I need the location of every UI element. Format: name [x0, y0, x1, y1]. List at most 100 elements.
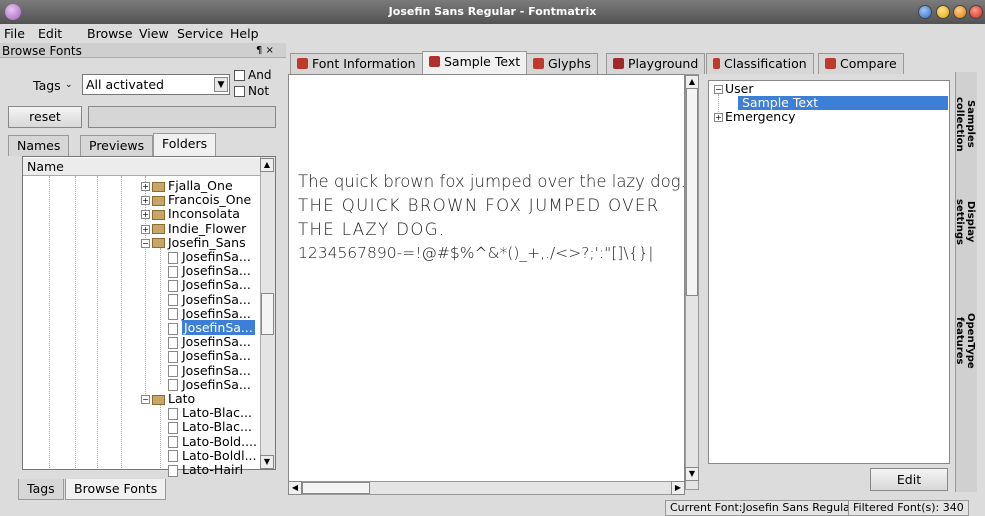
- tree-item-emergency[interactable]: + Emergency: [714, 110, 796, 124]
- tree-file[interactable]: JosefinSa...: [168, 250, 251, 264]
- expand-icon[interactable]: +: [141, 210, 150, 220]
- expand-icon[interactable]: +: [714, 113, 723, 122]
- sample-line-1: The quick brown fox jumped over the lazy…: [298, 172, 686, 191]
- scrollbar-thumb[interactable]: [302, 482, 370, 494]
- tab-samples-collection[interactable]: Samples collection: [954, 74, 976, 174]
- tree-item-user[interactable]: − User: [714, 82, 754, 96]
- menu-browse[interactable]: Browse: [87, 26, 133, 41]
- tree-item-label: Fjalla_One: [168, 178, 233, 193]
- tab-browse-fonts[interactable]: Browse Fonts: [65, 479, 167, 500]
- tab-classification[interactable]: Classification: [706, 53, 814, 74]
- dock-controls[interactable]: ¶ ×: [256, 45, 274, 56]
- tree-file[interactable]: JosefinSa...: [168, 376, 251, 392]
- edit-button[interactable]: Edit: [870, 468, 948, 491]
- tab-font-information[interactable]: Font Information: [290, 53, 423, 74]
- tab-names[interactable]: Names: [8, 135, 70, 156]
- tree-header[interactable]: Name: [23, 158, 261, 176]
- menu-view[interactable]: View: [139, 26, 169, 41]
- expand-icon[interactable]: +: [141, 224, 150, 234]
- tree-file[interactable]: JosefinSa...: [168, 278, 251, 292]
- tree-file[interactable]: JosefinSa...: [168, 349, 251, 363]
- window-titlebar: Josefin Sans Regular - Fontmatrix: [0, 0, 985, 24]
- file-icon: [168, 265, 178, 278]
- tree-item-label: JosefinSa...: [182, 263, 251, 279]
- tree-folder[interactable]: + Fjalla_One: [141, 179, 233, 193]
- reset-button[interactable]: reset: [8, 106, 82, 128]
- tree-file[interactable]: Lato-Blac...: [168, 420, 252, 434]
- tree-file[interactable]: JosefinSa...: [168, 306, 251, 321]
- scroll-up-icon[interactable]: ▲: [685, 75, 699, 89]
- tree-file[interactable]: Lato-Boldl...: [168, 448, 257, 463]
- scroll-down-icon[interactable]: ▼: [685, 467, 699, 481]
- menu-edit[interactable]: Edit: [38, 26, 62, 41]
- tab-playground[interactable]: Playground: [606, 53, 706, 74]
- font-info-icon: [297, 58, 308, 69]
- tree-file[interactable]: Lato-Blac...: [168, 406, 252, 420]
- scroll-up-icon[interactable]: ▲: [260, 158, 274, 172]
- tab-sample-text[interactable]: Sample Text: [422, 51, 528, 74]
- samples-tree[interactable]: [708, 80, 950, 464]
- tree-file[interactable]: JosefinSa...: [168, 264, 251, 278]
- tree-file[interactable]: JosefinSa...: [168, 335, 251, 349]
- tab-previews[interactable]: Previews: [80, 135, 154, 156]
- maximize-window-button[interactable]: [953, 5, 967, 19]
- tree-folder[interactable]: − Lato: [141, 392, 195, 406]
- sample-line-4: 1234567890-=!@#$%^&*()_+,./<>?;':"[]\{}|: [298, 244, 654, 262]
- expand-icon[interactable]: +: [141, 182, 150, 191]
- menu-service[interactable]: Service: [177, 26, 223, 41]
- tab-folders[interactable]: Folders: [153, 133, 217, 156]
- tree-item-sample-text[interactable]: Sample Text: [738, 96, 948, 110]
- playground-icon: [613, 58, 624, 69]
- app-icon[interactable]: [5, 4, 21, 20]
- tree-item-label: JosefinSa...: [182, 376, 251, 392]
- folder-icon: [152, 238, 165, 249]
- minimize-window-button[interactable]: [936, 5, 950, 19]
- tree-file[interactable]: JosefinSa...: [168, 362, 251, 378]
- scroll-right-icon[interactable]: ▶: [671, 481, 685, 495]
- scrollbar-thumb[interactable]: [686, 88, 698, 296]
- tree-item-label: Josefin_Sans: [168, 234, 246, 250]
- menu-file[interactable]: File: [4, 26, 25, 41]
- collapse-icon[interactable]: −: [141, 395, 150, 404]
- tree-item-label: Lato-Hairl: [182, 462, 244, 477]
- tree-folder[interactable]: + Francois_One: [141, 193, 251, 207]
- tree-folder[interactable]: − Josefin_Sans: [141, 234, 246, 250]
- combo-arrow-icon[interactable]: ▼: [214, 77, 228, 92]
- tab-compare[interactable]: Compare: [818, 53, 904, 74]
- collapse-icon[interactable]: −: [714, 85, 723, 94]
- tab-display-settings[interactable]: Display settings: [954, 180, 976, 264]
- tree-item-label: Lato-Blac...: [182, 405, 252, 421]
- file-icon: [168, 379, 178, 392]
- panel-title: Browse Fonts: [2, 44, 82, 58]
- tree-item-label: Inconsolata: [168, 206, 240, 222]
- tags-combo[interactable]: All activated: [82, 74, 230, 95]
- tree-folder[interactable]: + Indie_Flower: [141, 221, 246, 236]
- tab-glyphs[interactable]: Glyphs: [526, 53, 598, 74]
- menu-help[interactable]: Help: [230, 26, 259, 41]
- tree-file[interactable]: Lato-Bold....: [168, 434, 257, 449]
- not-label: Not: [248, 84, 270, 98]
- collapse-icon[interactable]: −: [141, 238, 150, 248]
- tree-file[interactable]: Lato-Hairl: [168, 463, 243, 477]
- not-checkbox[interactable]: [234, 86, 245, 97]
- tree-file[interactable]: JosefinSa...: [168, 292, 251, 307]
- and-checkbox[interactable]: [234, 70, 245, 81]
- expand-icon[interactable]: +: [141, 196, 150, 206]
- tree-item-label: Francois_One: [168, 192, 252, 208]
- tags-dropdown-icon[interactable]: ⌄: [65, 80, 73, 90]
- search-field[interactable]: [88, 106, 276, 128]
- sample-text-view[interactable]: [288, 74, 685, 490]
- shade-window-button[interactable]: [918, 5, 932, 19]
- scrollbar-thumb[interactable]: [261, 293, 274, 335]
- tab-opentype-features[interactable]: OpenType features: [954, 290, 976, 392]
- tree-item-label: JosefinSa...: [182, 362, 251, 378]
- file-icon: [168, 350, 178, 363]
- scroll-down-icon[interactable]: ▼: [260, 455, 274, 469]
- tags-combo-value: All activated: [86, 77, 164, 92]
- compare-icon: [825, 58, 836, 69]
- tab-tags[interactable]: Tags: [18, 479, 64, 500]
- tree-folder[interactable]: + Inconsolata: [141, 207, 240, 221]
- scroll-left-icon[interactable]: ◀: [288, 481, 302, 495]
- close-window-button[interactable]: [969, 5, 983, 19]
- tree-file[interactable]: JosefinSa...: [168, 320, 255, 335]
